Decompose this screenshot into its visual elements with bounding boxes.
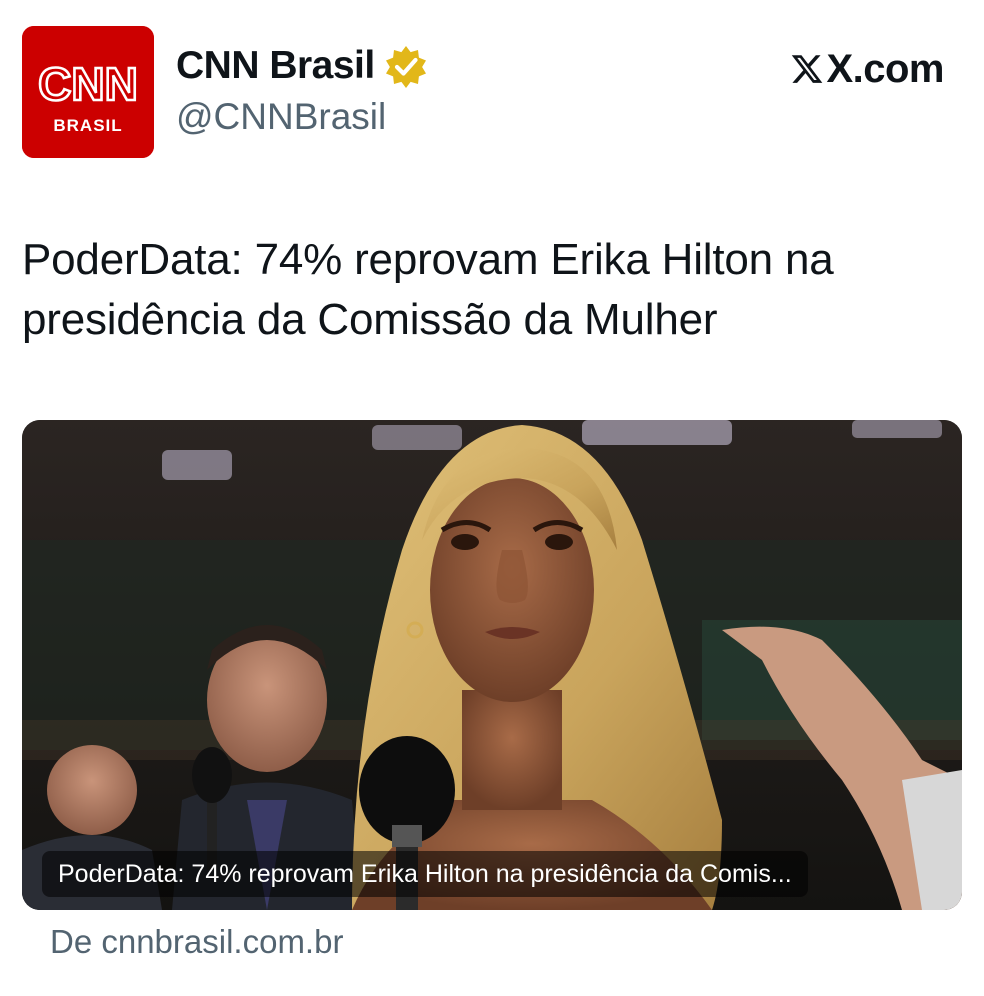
- platform-name: X.com: [826, 46, 944, 91]
- link-source[interactable]: De cnnbrasil.com.br: [50, 923, 343, 961]
- link-preview-card[interactable]: PoderData: 74% reprovam Erika Hilton na …: [22, 420, 962, 910]
- logo-secondary-text: BRASIL: [53, 116, 122, 135]
- logo-primary-text: CNN: [38, 58, 138, 110]
- platform-brand: X.com: [790, 46, 944, 92]
- article-photo: [22, 420, 962, 910]
- x-logo-icon: [792, 55, 823, 83]
- author-name-row: CNN Brasil: [176, 40, 428, 92]
- cnn-logo-graphic: CNN BRASIL: [22, 26, 154, 158]
- cnn-brasil-logo[interactable]: CNN BRASIL: [22, 26, 154, 158]
- post-headline: PoderData: 74% reprovam Erika Hilton na …: [22, 235, 834, 344]
- author-handle[interactable]: @CNNBrasil: [176, 96, 428, 138]
- verified-badge-icon: [385, 46, 426, 88]
- author-name[interactable]: CNN Brasil: [176, 44, 375, 88]
- post-author: CNN Brasil @CNNBrasil: [176, 40, 428, 138]
- link-card-caption: PoderData: 74% reprovam Erika Hilton na …: [42, 851, 808, 897]
